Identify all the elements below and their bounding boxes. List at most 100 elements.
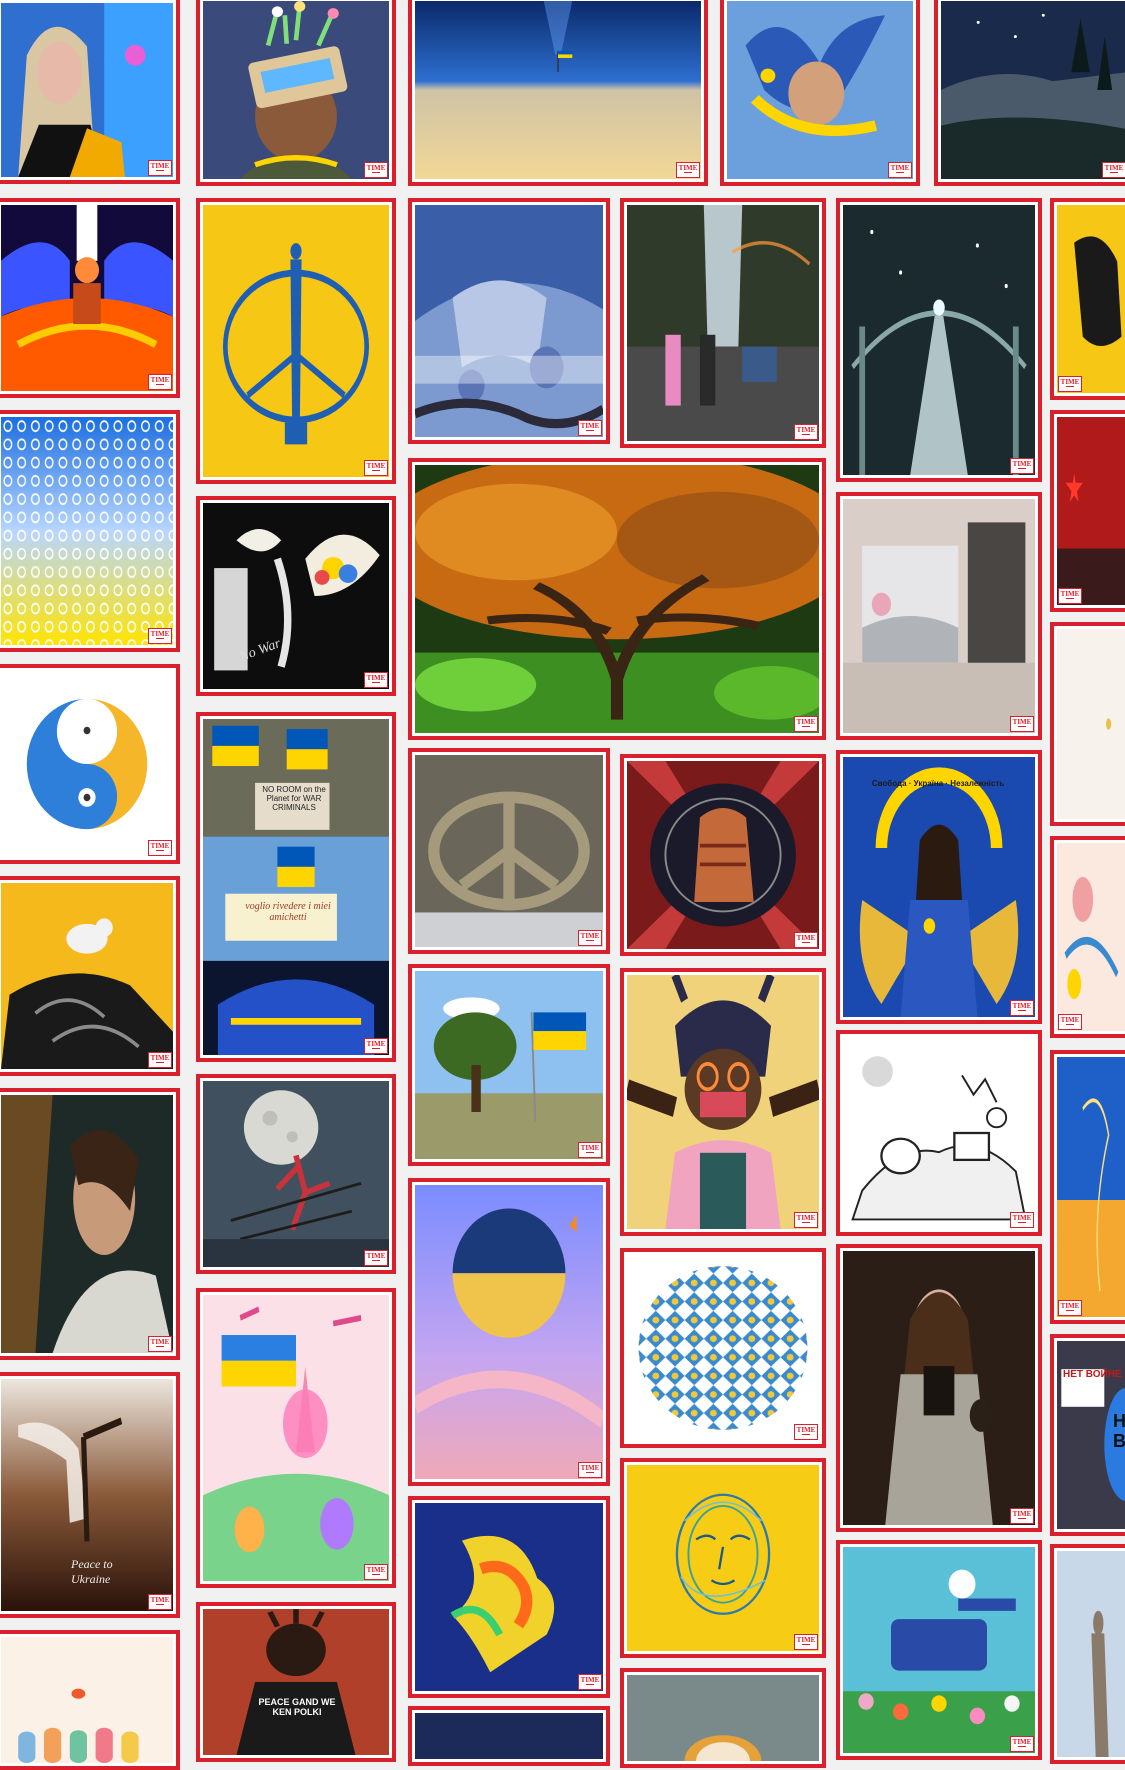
- time-badge: TIME: [794, 716, 818, 732]
- artwork-tile[interactable]: NO ROOM on the Planet for WAR CRIMINALS …: [196, 712, 396, 1062]
- artwork-protest-signs: НЕТ ВОЙНЕ Н В: [1057, 1341, 1125, 1529]
- artwork-protest-collage: NO ROOM on the Planet for WAR CRIMINALS …: [203, 719, 389, 1055]
- artwork-tile[interactable]: TIME: [836, 198, 1042, 482]
- time-badge: TIME: [1010, 1000, 1034, 1016]
- artwork-flag-above-clouds: [415, 1, 701, 179]
- time-badge: TIME: [148, 628, 172, 644]
- artwork-tile[interactable]: TIME: [0, 1088, 180, 1360]
- artwork-portrait-woman: [1, 3, 173, 177]
- artwork-woman-portrait-dark: [1, 1095, 173, 1353]
- artwork-tile[interactable]: TIME: [1050, 198, 1125, 400]
- artwork-tile[interactable]: TIME: [0, 664, 180, 864]
- artwork-blue-partial: [415, 1713, 603, 1759]
- artwork-tile[interactable]: TIME: [836, 492, 1042, 740]
- artwork-tile[interactable]: TIME: [0, 198, 180, 398]
- peace-shirt-text: PEACE GAND WE KEN POLKI: [258, 1697, 336, 1717]
- artwork-tile[interactable]: Свобода · Україна · Незалежність TIME: [836, 750, 1042, 1024]
- artwork-tile[interactable]: Peace to Ukraine TIME: [0, 1372, 180, 1618]
- artwork-tile[interactable]: TIME: [1050, 410, 1125, 612]
- artwork-tile[interactable]: TIME: [836, 1244, 1042, 1532]
- artwork-chained-hands: [415, 205, 603, 437]
- artwork-dove-on-bag: [1, 883, 173, 1069]
- time-badge: TIME: [794, 424, 818, 440]
- artwork-psychedelic-kyiv: [203, 1295, 389, 1581]
- artwork-sunburst-partial: [627, 1675, 819, 1761]
- time-badge: TIME: [148, 160, 172, 176]
- artwork-ukraine-line-art: [1057, 1057, 1125, 1317]
- time-badge: TIME: [794, 1634, 818, 1650]
- artwork-tile[interactable]: НЕТ ВОЙНЕ Н В: [1050, 1334, 1125, 1536]
- artwork-tile[interactable]: PEACE GAND WE KEN POLKI: [196, 1602, 396, 1762]
- artwork-tile[interactable]: [1050, 622, 1125, 826]
- no-room-sign-text: NO ROOM on the Planet for WAR CRIMINALS: [262, 785, 326, 812]
- artwork-tile[interactable]: [1050, 1544, 1125, 1764]
- artwork-night-mountain-lake: [941, 1, 1125, 179]
- artwork-tile[interactable]: TIME: [836, 1540, 1042, 1760]
- time-badge: TIME: [1010, 1212, 1034, 1228]
- artwork-japanese-maple-tree: [415, 465, 819, 733]
- time-badge: TIME: [1010, 458, 1034, 474]
- peace-to-ukraine-text: Peace to Ukraine: [71, 1557, 113, 1586]
- artwork-tile[interactable]: TIME: [408, 198, 610, 444]
- artwork-tile[interactable]: TIME: [620, 198, 826, 448]
- artwork-tile[interactable]: [0, 1630, 180, 1770]
- artwork-tile[interactable]: TIME: [1050, 836, 1125, 1038]
- artwork-tile[interactable]: No War TIME: [196, 496, 396, 696]
- time-badge: TIME: [364, 460, 388, 476]
- artwork-tile[interactable]: TIME: [196, 1074, 396, 1274]
- artwork-peace-shirt-character: PEACE GAND WE KEN POLKI: [203, 1609, 389, 1755]
- artwork-tile[interactable]: TIME: [408, 964, 610, 1166]
- artwork-pale-minimal: [1057, 629, 1125, 819]
- time-badge: TIME: [364, 162, 388, 178]
- time-badge: TIME: [364, 1038, 388, 1054]
- artwork-tile[interactable]: TIME: [836, 1030, 1042, 1236]
- time-badge: TIME: [578, 930, 602, 946]
- artwork-classical-girl-portrait: [843, 1251, 1035, 1525]
- artwork-tile[interactable]: TIME: [620, 1248, 826, 1448]
- artwork-tile[interactable]: TIME: [408, 748, 610, 954]
- artwork-raised-fist-zodiac: [627, 761, 819, 949]
- artwork-blue-yellow-pattern: [1, 417, 173, 645]
- time-badge: TIME: [1058, 376, 1082, 392]
- artwork-tile[interactable]: TIME: [196, 198, 396, 484]
- time-badge: TIME: [1058, 1300, 1082, 1316]
- time-badge: TIME: [578, 420, 602, 436]
- artwork-tile[interactable]: TIME: [620, 754, 826, 956]
- angel-arc-text: Свобода · Україна · Незалежність: [871, 779, 1005, 788]
- artwork-tile[interactable]: [620, 1668, 826, 1768]
- time-badge: TIME: [794, 1212, 818, 1228]
- time-badge: TIME: [364, 672, 388, 688]
- artwork-tile[interactable]: TIME: [408, 0, 708, 186]
- time-badge: TIME: [1010, 1736, 1034, 1752]
- artwork-neon-figure: [1, 205, 173, 391]
- artwork-tile[interactable]: TIME: [408, 458, 826, 740]
- artwork-tile[interactable]: TIME: [0, 876, 180, 1076]
- artwork-tile[interactable]: TIME: [620, 968, 826, 1236]
- artwork-tile[interactable]: [408, 1706, 610, 1766]
- artwork-tile[interactable]: TIME: [408, 1178, 610, 1486]
- artwork-colorful-sketch: [1057, 843, 1125, 1031]
- artwork-yin-yang-fish: [1, 671, 173, 857]
- artwork-tile[interactable]: TIME: [934, 0, 1125, 186]
- time-badge: TIME: [148, 1052, 172, 1068]
- voglio-sign-text: voglio rivedere i miei amichetti: [245, 901, 331, 923]
- artwork-fountain-kids: [627, 205, 819, 441]
- artwork-child-vr-headset: [203, 1, 389, 179]
- artwork-tile[interactable]: TIME: [0, 410, 180, 652]
- artwork-eclipse-butterfly: [415, 1185, 603, 1479]
- time-badge: TIME: [364, 1564, 388, 1580]
- artwork-yellow-silhouette: [1057, 205, 1125, 393]
- artwork-tile[interactable]: TIME: [196, 1288, 396, 1588]
- artwork-tile[interactable]: TIME: [408, 1496, 610, 1698]
- artwork-no-war-flowers: No War: [203, 503, 389, 689]
- artwork-red-star: [1057, 417, 1125, 605]
- time-badge: TIME: [888, 162, 912, 178]
- artwork-tile[interactable]: TIME: [620, 1458, 826, 1658]
- artwork-tile[interactable]: TIME: [720, 0, 920, 186]
- artwork-pastel-figures: [1, 1637, 173, 1763]
- artwork-tile[interactable]: TIME: [1050, 1050, 1125, 1324]
- artwork-tile[interactable]: TIME: [196, 0, 396, 186]
- artwork-cartoon-sketch: [843, 1037, 1035, 1229]
- artwork-vyshyvanka-circle: [627, 1255, 819, 1441]
- artwork-tile[interactable]: TIME: [0, 0, 180, 184]
